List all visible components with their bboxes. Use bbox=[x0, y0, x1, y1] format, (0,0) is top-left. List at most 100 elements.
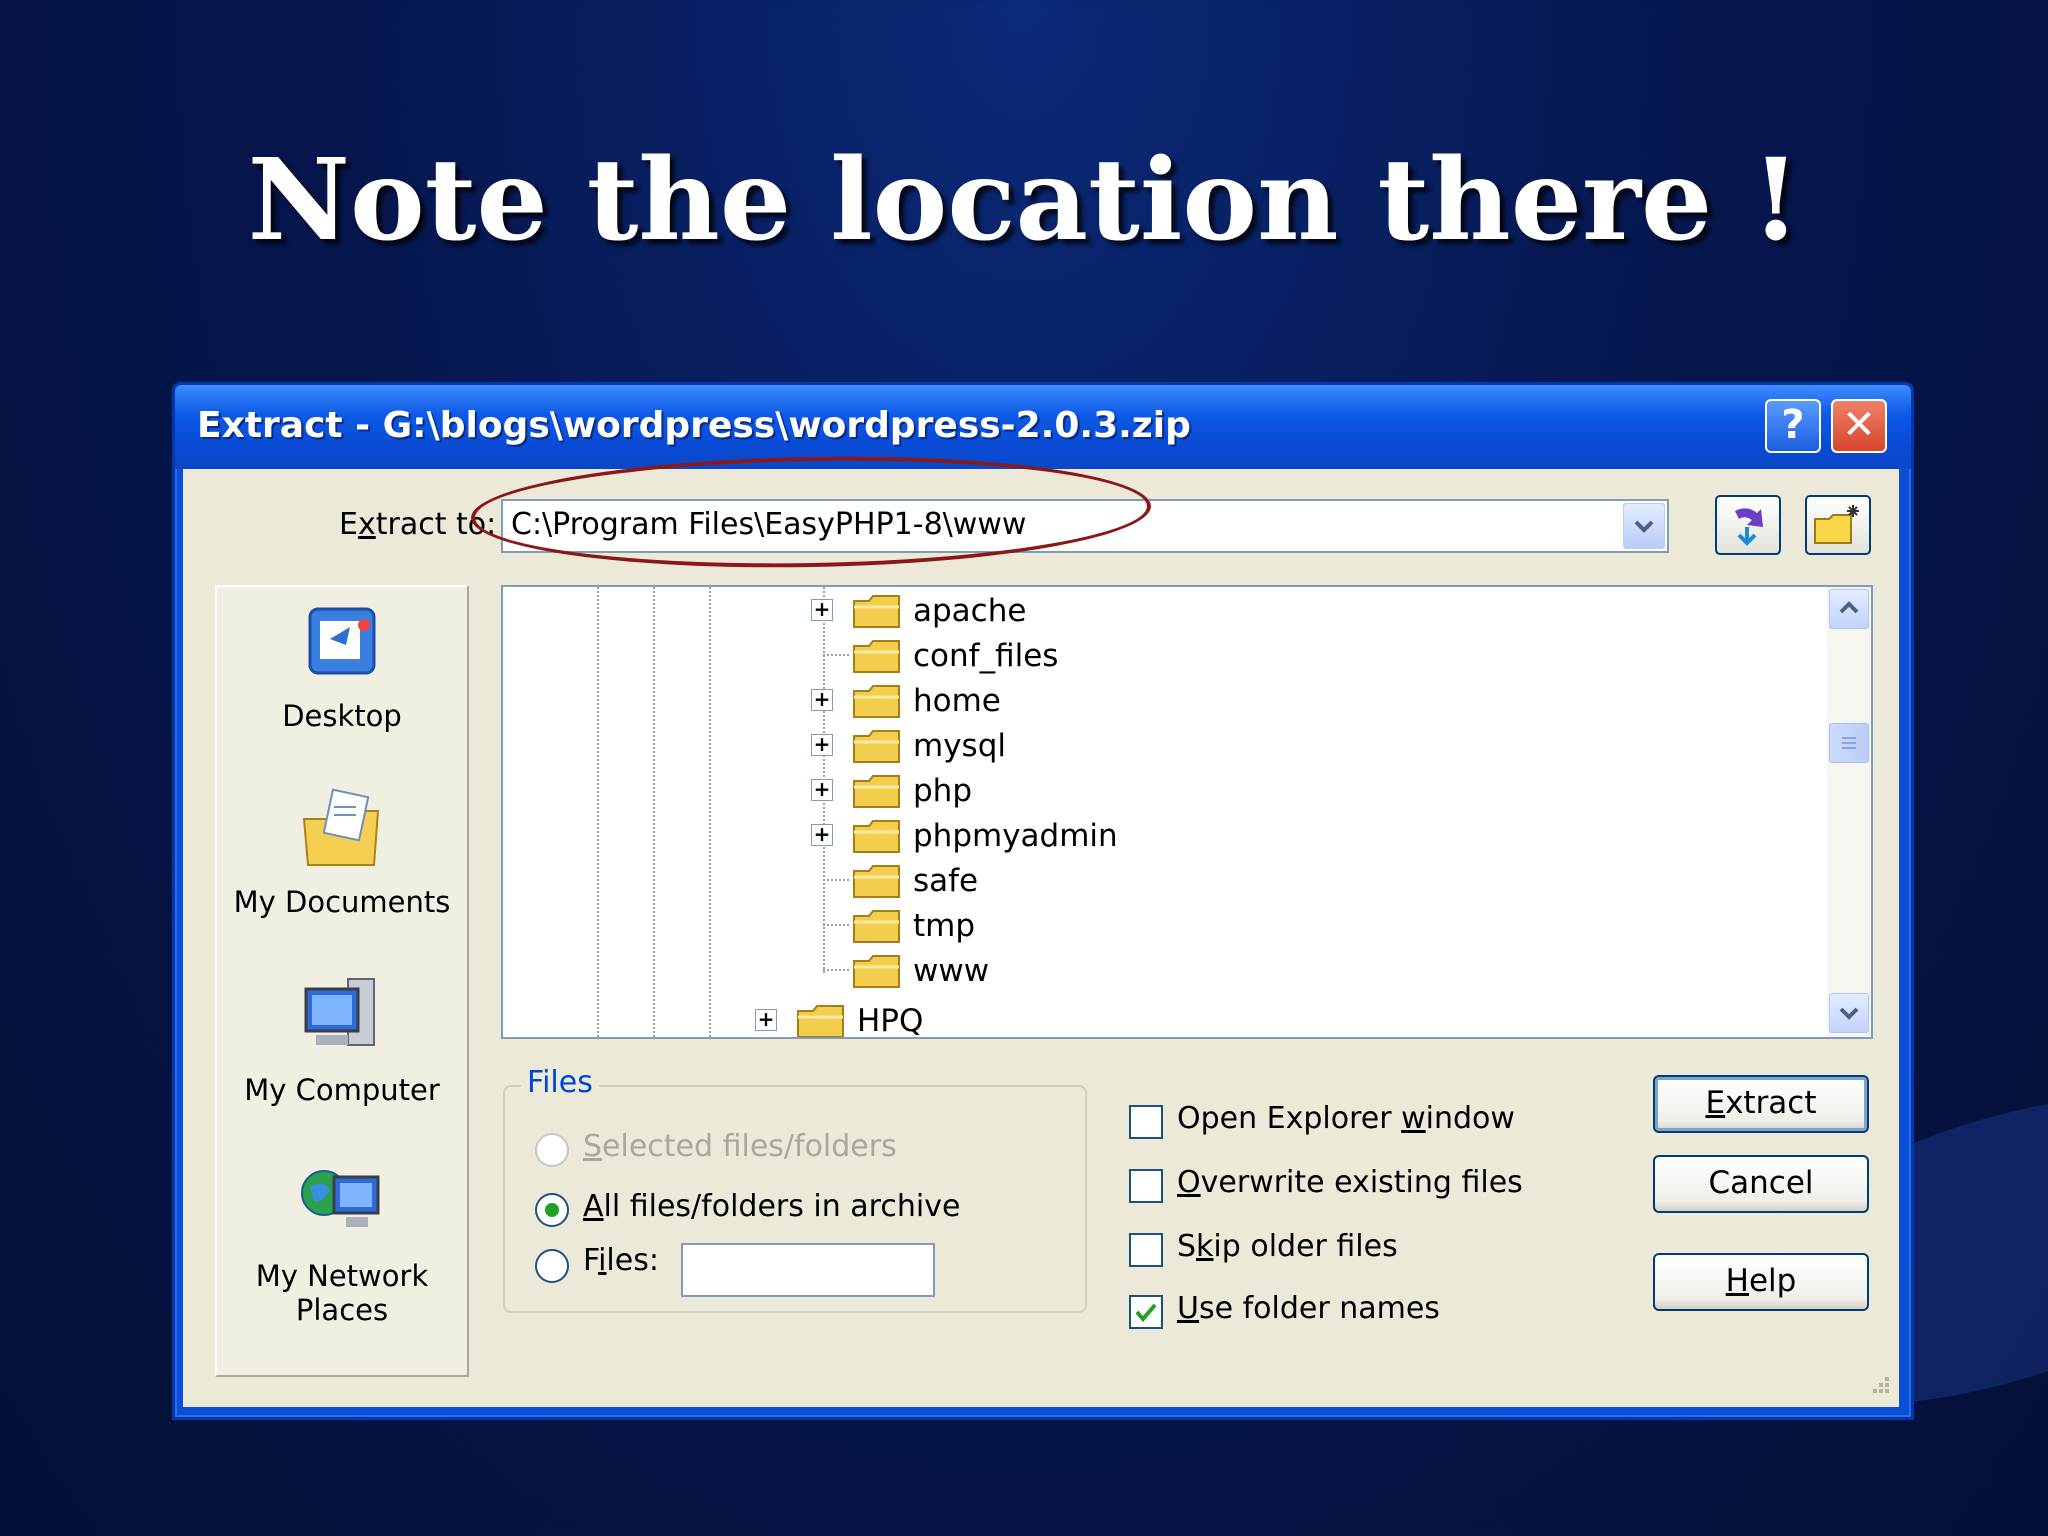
chevron-up-icon bbox=[1839, 601, 1859, 614]
my-computer-icon bbox=[304, 978, 375, 1046]
show-desktop-tool-button[interactable] bbox=[1715, 495, 1781, 555]
place-my-documents[interactable]: My Documents bbox=[217, 785, 467, 919]
desktop-icon bbox=[308, 607, 376, 675]
tree-scrollbar[interactable] bbox=[1827, 587, 1871, 1037]
skip-older-checkbox[interactable] bbox=[1129, 1233, 1163, 1267]
tree-node[interactable]: + mysql bbox=[811, 724, 1511, 768]
chevron-down-icon bbox=[1634, 520, 1654, 533]
tree-expander-icon[interactable]: + bbox=[811, 779, 833, 801]
tree-node-label: php bbox=[913, 773, 973, 809]
tree-node-label: conf_files bbox=[913, 638, 1059, 674]
extract-button[interactable]: Extract bbox=[1653, 1075, 1869, 1133]
my-network-places-icon bbox=[301, 1170, 380, 1227]
download-arrow-icon bbox=[1735, 508, 1763, 546]
folder-icon bbox=[853, 685, 900, 718]
tree-node-label: mysql bbox=[913, 728, 1006, 764]
help-title-button[interactable]: ? bbox=[1765, 399, 1821, 453]
tree-guide-line bbox=[653, 587, 655, 1037]
place-my-network-places[interactable]: My Network Places bbox=[217, 1159, 467, 1327]
cancel-button[interactable]: Cancel bbox=[1653, 1155, 1869, 1213]
folder-icon bbox=[853, 775, 900, 808]
dialog-client: Extract to: C:\Program Files\EasyPHP1-8\… bbox=[183, 451, 1899, 1407]
tree-branch-line bbox=[823, 969, 849, 971]
place-desktop-label: Desktop bbox=[282, 699, 402, 733]
help-button[interactable]: Help bbox=[1653, 1253, 1869, 1311]
place-my-network-label-1: My Network bbox=[255, 1259, 429, 1293]
tree-guide-line bbox=[709, 587, 711, 1037]
skip-older-label[interactable]: Skip older files bbox=[1177, 1229, 1398, 1264]
tree-branch-line bbox=[823, 924, 849, 926]
folder-icon bbox=[853, 640, 900, 673]
tree-branch-line bbox=[823, 654, 849, 656]
radio-selected-files-label: Selected files/folders bbox=[583, 1129, 897, 1164]
tree-node[interactable]: www bbox=[811, 949, 1511, 993]
tree-node[interactable]: + phpmyadmin bbox=[811, 814, 1511, 858]
folder-icon bbox=[853, 595, 900, 628]
extract-dialog: Extract - G:\blogs\wordpress\wordpress-2… bbox=[172, 382, 1914, 1420]
scroll-up-button[interactable] bbox=[1829, 589, 1869, 629]
tree-expander-icon[interactable]: + bbox=[811, 734, 833, 756]
files-filter-input[interactable] bbox=[681, 1243, 935, 1297]
folder-icon bbox=[853, 910, 900, 943]
tree-node-label: home bbox=[913, 683, 1001, 719]
tree-node[interactable]: tmp bbox=[811, 904, 1511, 948]
dialog-title: Extract - G:\blogs\wordpress\wordpress-2… bbox=[197, 405, 1191, 446]
folder-icon bbox=[853, 865, 900, 898]
close-button[interactable]: ✕ bbox=[1831, 399, 1887, 453]
chevron-down-icon bbox=[1839, 1007, 1859, 1020]
open-explorer-checkbox[interactable] bbox=[1129, 1105, 1163, 1139]
slide-title: Note the location there ! bbox=[247, 135, 1801, 266]
tree-node[interactable]: + HPQ bbox=[755, 999, 1455, 1039]
place-desktop[interactable]: Desktop bbox=[217, 599, 467, 733]
tree-node-label: apache bbox=[913, 593, 1027, 629]
files-group-title: Files bbox=[521, 1065, 599, 1100]
place-my-network-label-2: Places bbox=[295, 1293, 389, 1327]
new-folder-icon bbox=[1814, 505, 1859, 544]
places-bar: Desktop My Documents My Computer My Netw… bbox=[215, 585, 469, 1377]
open-explorer-label[interactable]: Open Explorer window bbox=[1177, 1101, 1515, 1136]
tree-node-label: www bbox=[913, 953, 990, 989]
dialog-titlebar[interactable]: Extract - G:\blogs\wordpress\wordpress-2… bbox=[175, 385, 1911, 469]
use-folder-names-checkbox[interactable] bbox=[1129, 1295, 1163, 1329]
radio-all-files[interactable] bbox=[535, 1193, 569, 1227]
use-folder-names-label[interactable]: Use folder names bbox=[1177, 1291, 1440, 1326]
tree-expander-icon[interactable]: + bbox=[811, 689, 833, 711]
scroll-down-button[interactable] bbox=[1829, 993, 1869, 1033]
folder-icon bbox=[853, 955, 900, 988]
tree-node-label: safe bbox=[913, 863, 979, 899]
place-my-computer[interactable]: My Computer bbox=[217, 973, 467, 1107]
tree-node-label: HPQ bbox=[857, 1003, 924, 1039]
annotation-ellipse bbox=[470, 451, 1152, 573]
radio-all-files-label[interactable]: All files/folders in archive bbox=[583, 1189, 960, 1224]
grip-lines-icon bbox=[1842, 737, 1856, 749]
place-my-documents-label: My Documents bbox=[233, 885, 451, 919]
combo-dropdown-button[interactable] bbox=[1623, 503, 1665, 549]
tree-node-label: tmp bbox=[913, 908, 976, 944]
tree-node[interactable]: + home bbox=[811, 679, 1511, 723]
folder-tree[interactable]: + apache conf_files + home + mysql + php + phpmyad… bbox=[501, 585, 1873, 1039]
tree-expander-icon[interactable]: + bbox=[811, 599, 833, 621]
resize-grip-icon[interactable] bbox=[1863, 1371, 1891, 1399]
overwrite-label[interactable]: Overwrite existing files bbox=[1177, 1165, 1523, 1200]
overwrite-checkbox[interactable] bbox=[1129, 1169, 1163, 1203]
place-my-computer-label: My Computer bbox=[244, 1073, 440, 1107]
tree-node[interactable]: safe bbox=[811, 859, 1511, 903]
new-folder-tool-button[interactable] bbox=[1805, 495, 1871, 555]
tree-expander-icon[interactable]: + bbox=[811, 824, 833, 846]
radio-dot bbox=[545, 1203, 559, 1217]
tree-node[interactable]: conf_files bbox=[811, 634, 1511, 678]
tree-node[interactable]: + php bbox=[811, 769, 1511, 813]
tree-guide-line bbox=[597, 587, 599, 1037]
radio-files-label[interactable]: Files: bbox=[583, 1243, 659, 1278]
folder-icon bbox=[797, 1005, 844, 1037]
tree-node-label: phpmyadmin bbox=[913, 818, 1118, 854]
my-documents-icon bbox=[302, 788, 380, 866]
radio-files[interactable] bbox=[535, 1249, 569, 1283]
folder-icon bbox=[853, 730, 900, 763]
files-groupbox: Files Selected files/folders All files/f… bbox=[503, 1065, 1087, 1313]
tree-expander-icon[interactable]: + bbox=[755, 1009, 777, 1031]
scroll-thumb[interactable] bbox=[1829, 723, 1869, 763]
folder-icon bbox=[853, 820, 900, 853]
tree-node[interactable]: + apache bbox=[811, 589, 1511, 633]
tree-branch-line bbox=[823, 879, 849, 881]
